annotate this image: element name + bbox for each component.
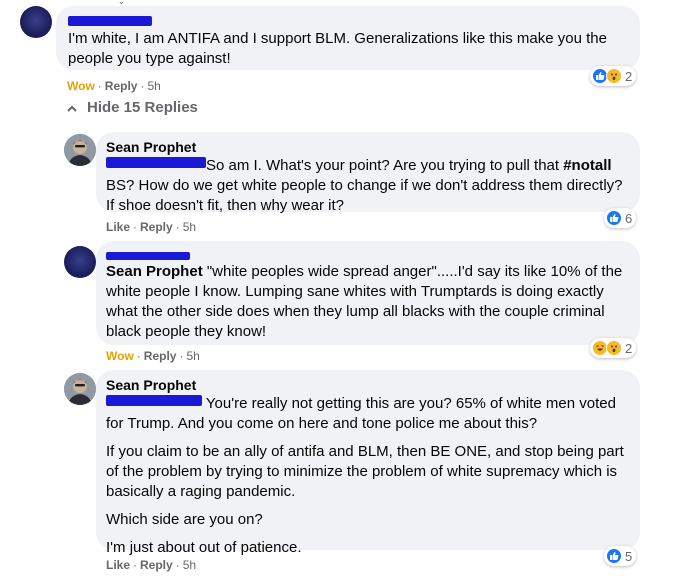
reply-3-text: You're really not getting this are you? … — [106, 394, 630, 558]
notall-hashtag[interactable]: #notall — [563, 157, 611, 174]
reaction-count: 2 — [625, 340, 633, 356]
reply-button[interactable]: Reply — [144, 349, 177, 363]
reply-1-actions: Like · Reply · 5h — [106, 220, 197, 234]
reply-3-author[interactable]: Sean Prophet — [106, 376, 630, 394]
previous-thread-stub: ⌄ — [118, 0, 125, 6]
sean-prophet-mention[interactable]: Sean Prophet — [106, 263, 203, 280]
hide-replies-toggle[interactable]: Hide 15 Replies — [67, 99, 198, 116]
like-button[interactable]: Like — [106, 558, 130, 572]
reply-2-text: Sean Prophet "white peoples wide spread … — [106, 263, 623, 340]
reply-button[interactable]: Reply — [140, 558, 173, 572]
comment-timestamp[interactable]: 5h — [186, 349, 199, 363]
reply-3-paragraph: You're really not getting this are you? … — [106, 395, 616, 432]
sean-prophet-avatar[interactable] — [64, 134, 96, 166]
wow-reaction-button[interactable]: Wow — [106, 349, 134, 363]
wow-reaction-icon — [606, 340, 622, 356]
like-reaction-icon — [606, 548, 622, 564]
reply-1-text: So am I. What's your point? Are you tryi… — [106, 157, 623, 214]
comment-text: I'm white, I am ANTIFA and I support BLM… — [68, 30, 607, 67]
reply-button[interactable]: Reply — [105, 79, 138, 93]
redacted-mention[interactable] — [106, 157, 206, 168]
comment-timestamp[interactable]: 5h — [147, 79, 160, 93]
chevron-up-icon — [67, 99, 77, 116]
reply-1-bubble: Sean Prophet So am I. What's your point?… — [96, 132, 640, 214]
reply-2-bubble: Sean Prophet "white peoples wide spread … — [96, 241, 640, 345]
like-button[interactable]: Like — [106, 220, 130, 234]
reaction-count: 6 — [625, 210, 633, 226]
redacted-mention[interactable] — [106, 395, 202, 406]
comment-timestamp[interactable]: 5h — [183, 220, 196, 234]
top-comment-actions: Wow · Reply · 5h — [67, 79, 161, 93]
reply-3-reactions[interactable]: 5 — [604, 546, 637, 566]
reply-3-paragraph: If you claim to be an ally of antifa and… — [106, 443, 624, 500]
comment-timestamp[interactable]: 5h — [183, 558, 196, 572]
reply-3-bubble: Sean Prophet You're really not getting t… — [96, 370, 640, 556]
comment-author-redacted[interactable] — [68, 11, 628, 29]
reply-3-paragraph: Which side are you on? — [106, 511, 263, 528]
reaction-count: 2 — [625, 68, 633, 84]
hide-replies-label: Hide 15 Replies — [87, 99, 198, 116]
reply-button[interactable]: Reply — [140, 220, 173, 234]
reply-1-author[interactable]: Sean Prophet — [106, 138, 630, 156]
reply-2-author-redacted[interactable] — [106, 246, 630, 262]
top-comment-reactions[interactable]: 2 — [590, 66, 637, 86]
reply-2-reactions[interactable]: 2 — [590, 338, 637, 358]
reaction-count: 5 — [625, 548, 633, 564]
sean-prophet-avatar[interactable] — [64, 373, 96, 405]
reply-3-paragraph: I'm just about out of patience. — [106, 539, 302, 556]
commenter-avatar[interactable] — [64, 246, 96, 278]
top-comment-bubble: I'm white, I am ANTIFA and I support BLM… — [56, 6, 640, 70]
commenter-avatar[interactable] — [20, 6, 52, 38]
wow-reaction-icon — [606, 68, 622, 84]
wow-reaction-button[interactable]: Wow — [67, 79, 95, 93]
reply-1-reactions[interactable]: 6 — [604, 208, 637, 228]
reply-3-actions: Like · Reply · 5h — [106, 558, 197, 572]
like-reaction-icon — [606, 210, 622, 226]
reply-2-actions: Wow · Reply · 5h — [106, 349, 200, 363]
